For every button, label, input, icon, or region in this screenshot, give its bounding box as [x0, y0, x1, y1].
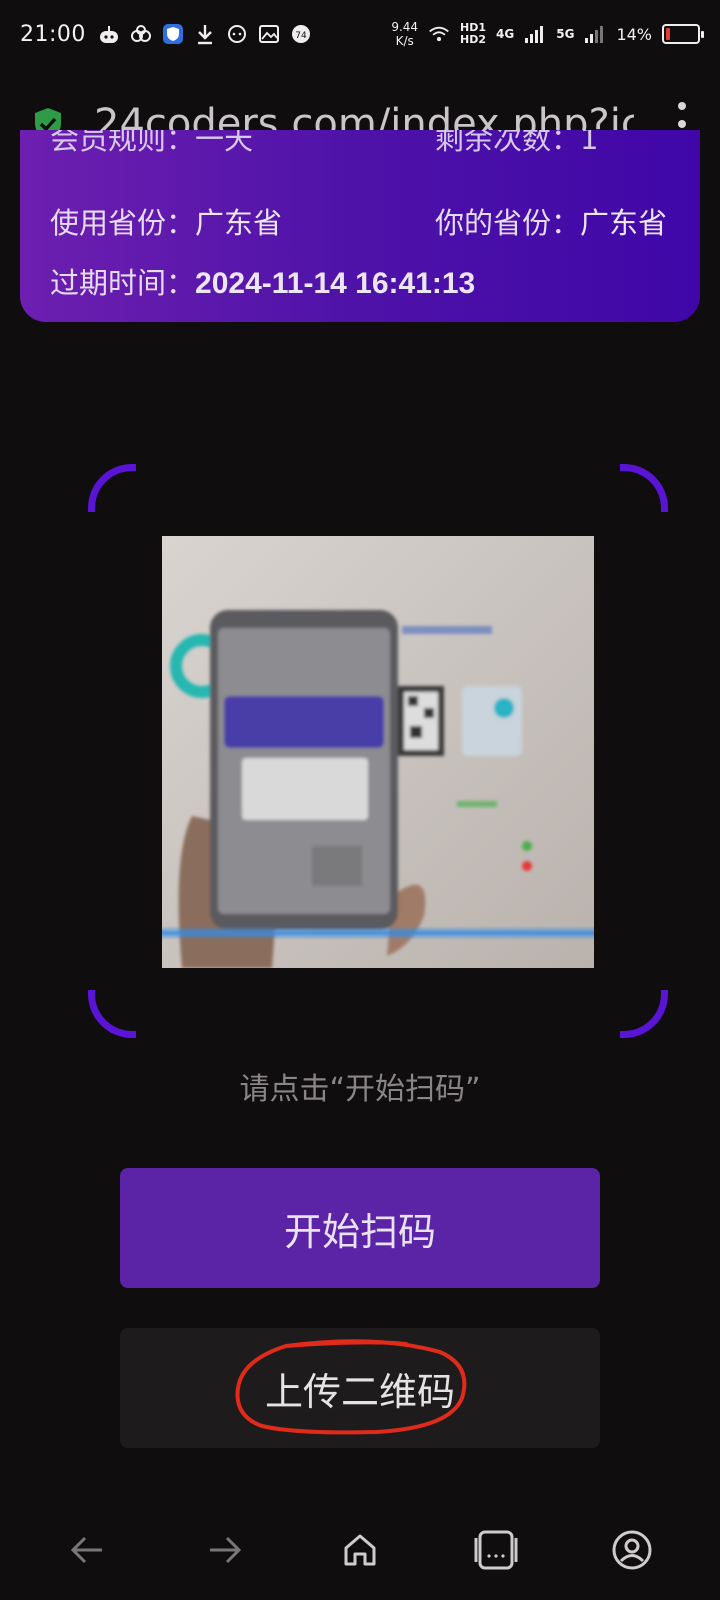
hd-indicator: HD1 HD2: [460, 22, 486, 46]
badge-icon: 74: [290, 23, 312, 45]
membership-info-card: 会员规则：一天 剩余次数：1 使用省份：广东省 你的省份：广东省 过期时间：20…: [20, 130, 700, 322]
info-row-province: 使用省份：广东省 你的省份：广东省: [50, 200, 667, 242]
scan-line: [162, 926, 594, 940]
forward-icon[interactable]: [194, 1520, 254, 1580]
member-rule-text: 会员规则：一天: [50, 130, 254, 156]
notification-icons: 74: [98, 23, 312, 45]
home-icon[interactable]: [330, 1520, 390, 1580]
network-speed-unit: K/s: [395, 34, 414, 48]
browser-bottom-nav: [0, 1500, 720, 1600]
start-scan-button[interactable]: 开始扫码: [120, 1168, 600, 1288]
scan-frame-corner-bottom-left: [88, 990, 136, 1038]
download-icon: [194, 23, 216, 45]
network-5g: 5G: [556, 27, 575, 41]
red-annotation-circle: [235, 1339, 467, 1435]
expire-label: 过期时间：: [50, 266, 196, 300]
shield-app-icon: [162, 23, 184, 45]
camera-preview: [162, 536, 594, 968]
your-province-value: 广东省: [580, 206, 668, 240]
scan-frame-corner-top-right: [620, 464, 668, 512]
back-icon[interactable]: [58, 1520, 118, 1580]
gallery-icon: [258, 23, 280, 45]
status-time: 21:00: [20, 21, 86, 47]
battery-fill: [666, 28, 670, 40]
info-row-expire: 过期时间：2024-11-14 16:41:13: [50, 260, 475, 302]
robot-icon: [98, 23, 120, 45]
network-4g: 4G: [496, 27, 515, 41]
signal-icon: [524, 23, 546, 45]
network-speed-value: 9.44: [391, 20, 419, 34]
used-province-value: 广东省: [195, 206, 283, 240]
scan-hint-text: 请点击“开始扫码”: [239, 1072, 481, 1107]
status-bar: 21:00 74 9.44 K/s HD1 HD2 4G 5G 14%: [0, 0, 720, 68]
scan-frame-corner-top-left: [88, 464, 136, 512]
status-right: 9.44 K/s HD1 HD2 4G 5G 14%: [391, 20, 704, 48]
hd2-label: HD2: [460, 33, 487, 46]
chat-icon: [226, 23, 248, 45]
remaining-count-text: 剩余次数：1: [435, 130, 599, 156]
cloud-link-icon: [130, 23, 152, 45]
profile-icon[interactable]: [602, 1520, 662, 1580]
wifi-icon: [428, 23, 450, 45]
used-province-label: 使用省份：: [50, 206, 196, 240]
signal-icon-2: [584, 23, 606, 45]
info-row-top: 会员规则：一天 剩余次数：1: [50, 130, 598, 158]
expire-value: 2024-11-14 16:41:13: [195, 267, 476, 300]
badge-number: 74: [295, 31, 307, 41]
network-speed: 9.44 K/s: [391, 20, 418, 48]
scan-frame-corner-bottom-right: [620, 990, 668, 1038]
tabs-icon[interactable]: [466, 1520, 526, 1580]
battery-percent: 14%: [616, 24, 652, 44]
battery-icon: [662, 24, 704, 44]
your-province-label: 你的省份：: [435, 206, 581, 240]
